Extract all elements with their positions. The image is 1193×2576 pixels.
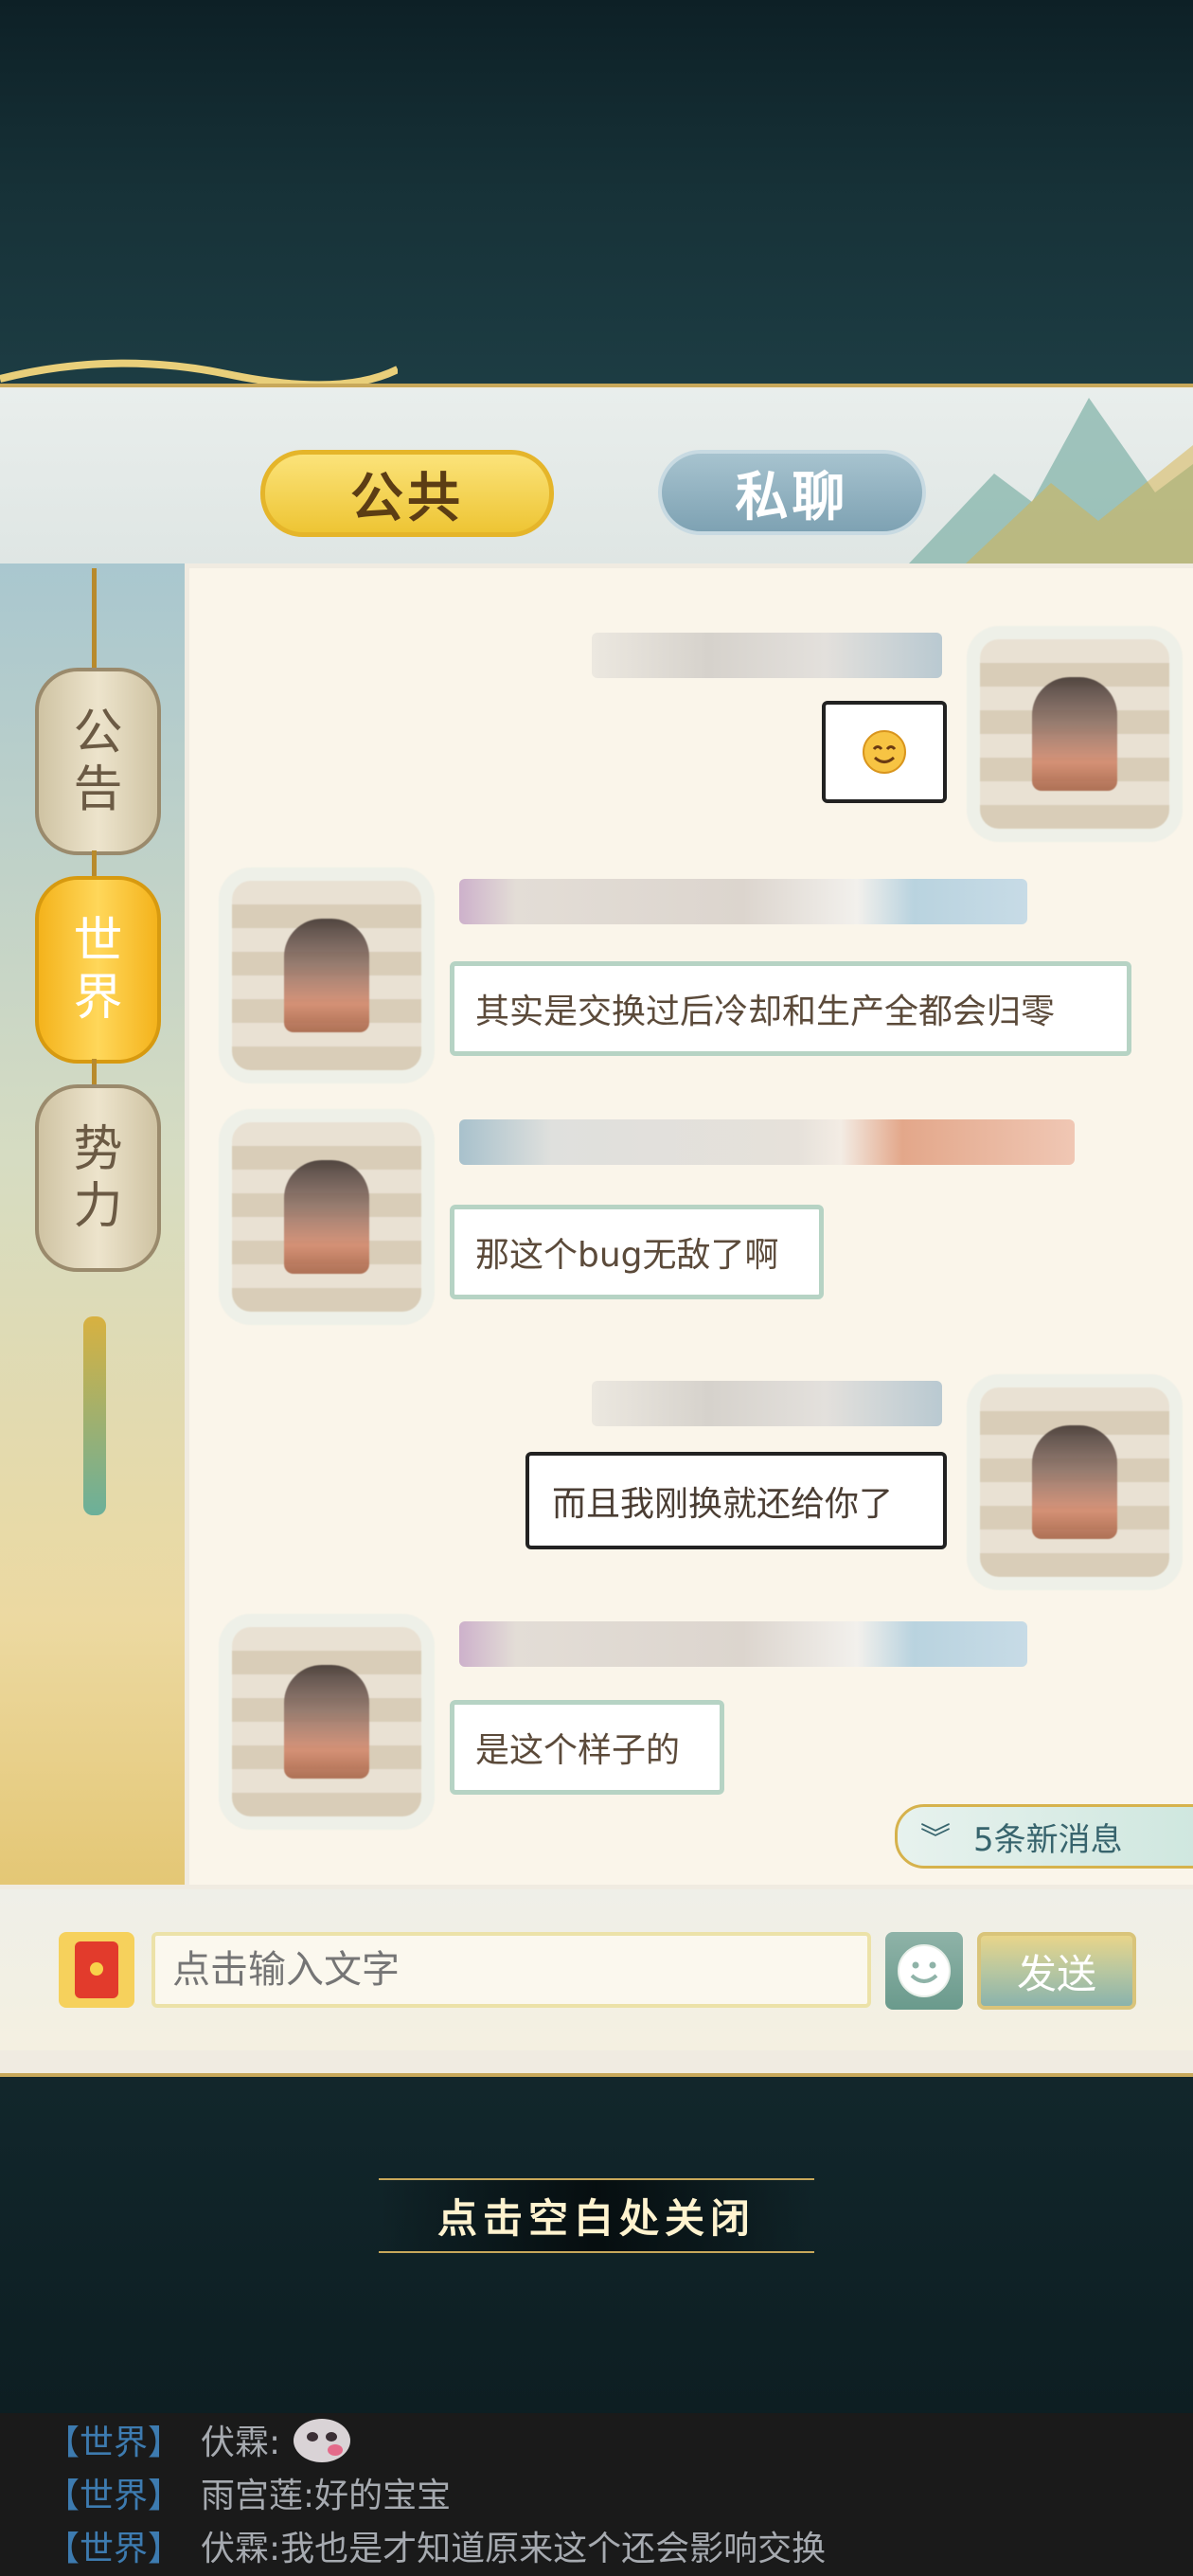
channel-label: 力 xyxy=(73,1178,123,1235)
avatar[interactable] xyxy=(232,1122,421,1312)
avatar[interactable] xyxy=(980,639,1169,829)
red-packet-button[interactable] xyxy=(59,1932,134,2008)
send-button[interactable]: 发送 xyxy=(977,1932,1136,2010)
smiley-emoji-icon xyxy=(863,730,906,774)
ticker-line: 【世界】 伏霖: 我也是才知道原来这个还会影响交换 xyxy=(45,2519,826,2572)
message-bubble[interactable] xyxy=(822,701,947,803)
channel-label: 世 xyxy=(73,913,123,970)
smiley-face-icon xyxy=(898,1944,951,1997)
tab-private[interactable]: 私聊 xyxy=(658,450,926,535)
sticker-face-icon xyxy=(294,2419,351,2462)
message-text: 其实是交换过后冷却和生产全都会归零 xyxy=(475,993,1056,1031)
message-text: 而且我刚换就还给你了 xyxy=(552,1484,894,1524)
close-hint: 点击空白处关闭 xyxy=(379,2178,814,2253)
ticker-channel: 【世界】 xyxy=(45,2424,183,2462)
sender-name xyxy=(459,1621,1027,1667)
avatar[interactable] xyxy=(232,881,421,1070)
channel-faction[interactable]: 势 力 xyxy=(35,1084,161,1272)
message-bubble[interactable]: 而且我刚换就还给你了 xyxy=(525,1452,947,1549)
message-text: 那这个bug无敌了啊 xyxy=(475,1236,779,1275)
ticker-line: 【世界】 伏霖: xyxy=(45,2413,352,2466)
sender-name xyxy=(592,633,942,678)
double-chevron-down-icon: ︾ xyxy=(919,1820,951,1856)
sender-name xyxy=(459,879,1027,924)
lantern-cord xyxy=(92,1059,97,1087)
message-bubble[interactable]: 那这个bug无敌了啊 xyxy=(450,1205,824,1299)
message-bubble[interactable]: 是这个样子的 xyxy=(450,1700,724,1795)
ticker-line: 【世界】 雨宫莲: 好的宝宝 xyxy=(45,2466,451,2519)
message-input[interactable] xyxy=(151,1932,871,2008)
lantern-cord xyxy=(92,850,97,879)
ticker-channel: 【世界】 xyxy=(45,2477,183,2515)
ticker-name: 雨宫莲: xyxy=(201,2477,315,2515)
channel-world[interactable]: 世 界 xyxy=(35,876,161,1064)
sender-name xyxy=(592,1381,942,1426)
avatar[interactable] xyxy=(980,1387,1169,1577)
message-bubble[interactable]: 其实是交换过后冷却和生产全都会归零 xyxy=(450,961,1131,1056)
channel-label: 界 xyxy=(73,970,123,1027)
ticker-text: 好的宝宝 xyxy=(314,2477,452,2515)
lantern-tassel xyxy=(83,1316,106,1515)
world-chat-ticker[interactable]: 【世界】 伏霖: 【世界】 雨宫莲: 好的宝宝 【世界】 伏霖: 我也是才知道原… xyxy=(0,2413,1193,2576)
top-backdrop[interactable] xyxy=(0,0,1193,398)
channel-announcement[interactable]: 公 告 xyxy=(35,668,161,855)
ticker-name: 伏霖: xyxy=(201,2530,281,2568)
red-envelope-icon xyxy=(75,1941,118,1998)
ticker-text: 我也是才知道原来这个还会影响交换 xyxy=(280,2530,827,2568)
ticker-channel: 【世界】 xyxy=(45,2530,183,2568)
new-messages-label: 5条新消息 xyxy=(973,1820,1123,1859)
avatar[interactable] xyxy=(232,1627,421,1816)
emoji-button[interactable] xyxy=(885,1932,963,2010)
channel-label: 公 xyxy=(73,705,123,761)
sender-name xyxy=(459,1119,1075,1165)
ticker-name: 伏霖: xyxy=(201,2424,281,2462)
lantern-cord xyxy=(92,568,97,672)
tab-public[interactable]: 公共 xyxy=(260,450,554,537)
channel-label: 告 xyxy=(73,761,123,818)
channel-label: 势 xyxy=(73,1121,123,1178)
mountain-decoration xyxy=(909,398,1193,564)
new-messages-button[interactable]: ︾ 5条新消息 xyxy=(895,1804,1193,1869)
message-text: 是这个样子的 xyxy=(475,1731,681,1770)
